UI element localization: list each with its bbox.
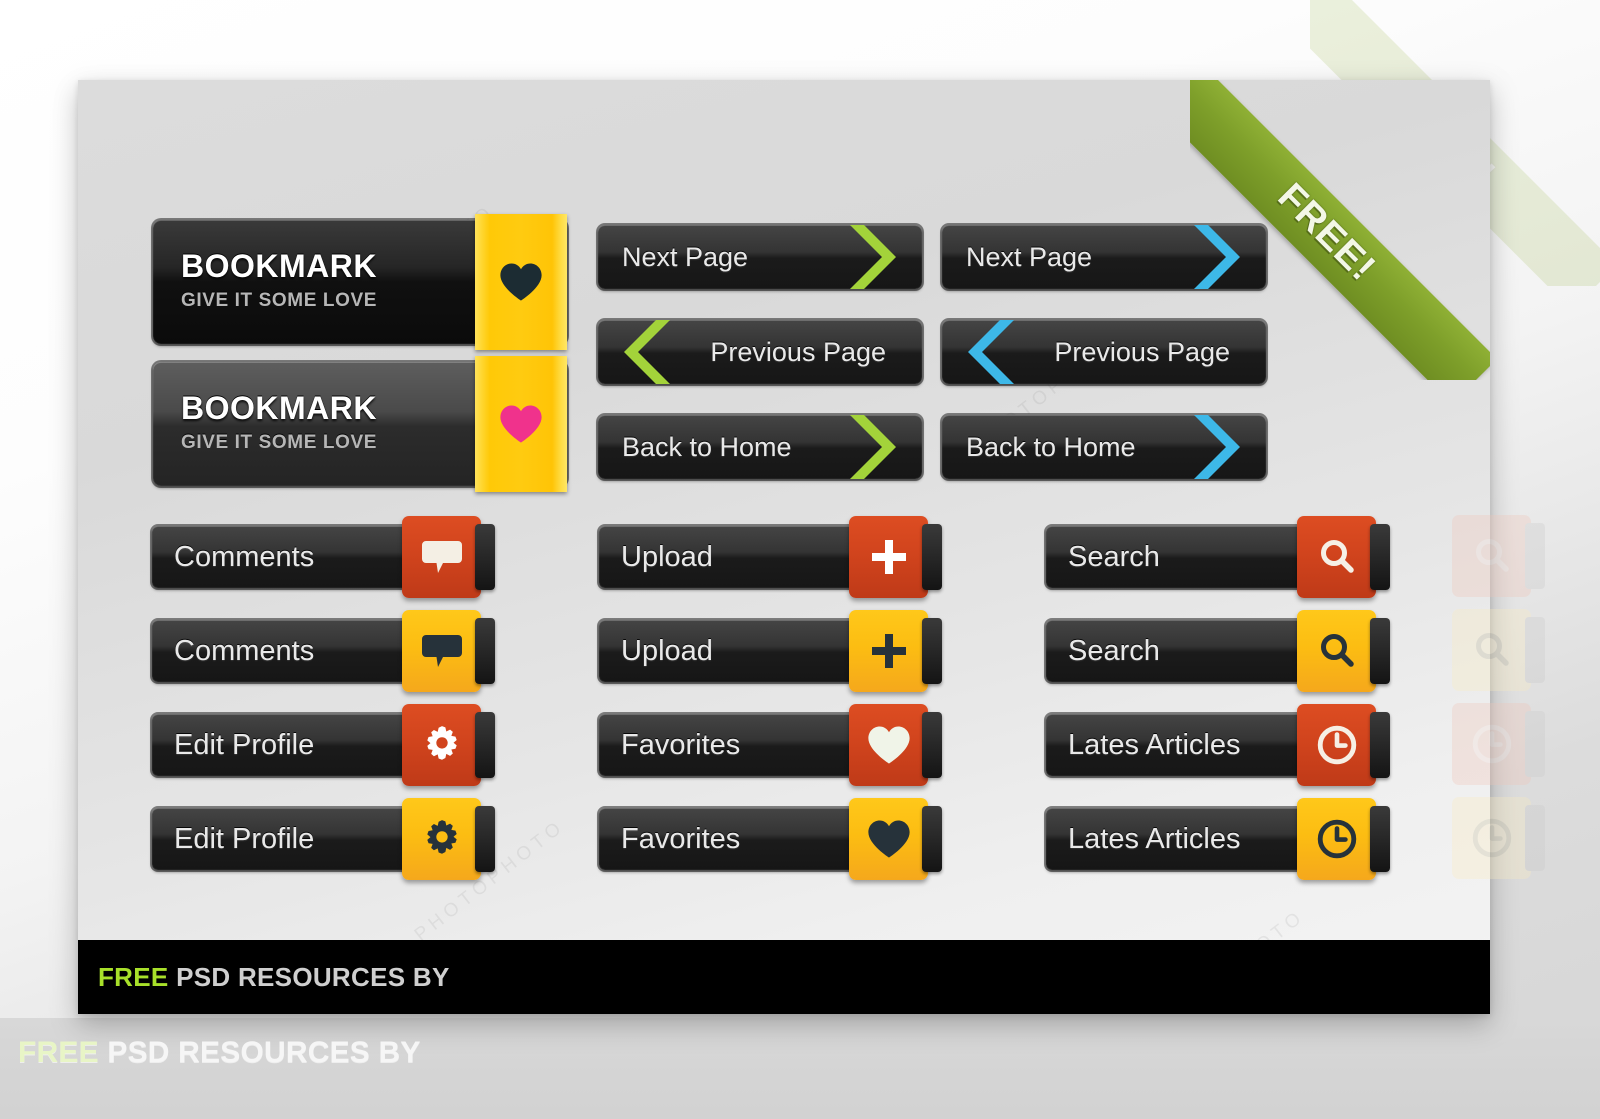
- icon-button-label: Edit Profile: [174, 822, 315, 855]
- ghost-icon-column: [1452, 515, 1600, 915]
- nav-button-label: Next Page: [966, 241, 1093, 272]
- bookmark-ribbon-dark[interactable]: [475, 214, 567, 350]
- gear-icon: [426, 820, 457, 854]
- bookmark-ribbon-light[interactable]: [475, 356, 567, 492]
- plus-icon: [871, 634, 906, 668]
- chevron-right-icon: [838, 225, 898, 289]
- footer-free-label: FREE: [98, 961, 169, 992]
- upload-icon-tab-yellow[interactable]: [849, 610, 942, 692]
- latest-articles-icon-tab-yellow[interactable]: [1297, 798, 1390, 880]
- icon-button-label: Favorites: [621, 728, 741, 761]
- comments-icon-tab-yellow[interactable]: [402, 610, 495, 692]
- heart-icon: [500, 405, 542, 443]
- icon-button-label: Lates Articles: [1068, 822, 1241, 855]
- magnifier-icon: [1475, 633, 1509, 666]
- bookmark-subtitle: GIVE IT SOME LOVE: [181, 431, 378, 453]
- icon-button-label: Comments: [174, 634, 315, 667]
- edit-profile-icon-tab-red[interactable]: [402, 704, 495, 786]
- next-page-button-blue[interactable]: Next Page: [942, 225, 1266, 289]
- heart-icon: [500, 263, 542, 301]
- gear-icon: [426, 726, 457, 760]
- footer-rest-label: PSD RESOURCES BY: [176, 961, 450, 992]
- bookmark-title: BOOKMARK: [181, 390, 377, 426]
- edit-profile-icon-tab-yellow[interactable]: [402, 798, 495, 880]
- icon-button-label: Edit Profile: [174, 728, 315, 761]
- page-caption-free: FREE: [18, 1036, 99, 1069]
- clock-icon: [1317, 819, 1356, 859]
- clock-icon: [1472, 818, 1511, 858]
- magnifier-icon: [1320, 540, 1354, 573]
- ghost-search-icon-tab-yellow: [1452, 609, 1545, 691]
- nav-button-label: Back to Home: [622, 431, 792, 462]
- chevron-left-icon: [622, 320, 682, 384]
- nav-button-label: Back to Home: [966, 431, 1136, 462]
- page-caption: FREE PSD RESOURCES BY: [18, 1036, 421, 1070]
- card-footer: FREE PSD RESOURCES BY: [78, 940, 1490, 1014]
- comments-icon-tab-red[interactable]: [402, 516, 495, 598]
- bookmark-subtitle: GIVE IT SOME LOVE: [181, 289, 378, 311]
- nav-button-label: Previous Page: [710, 336, 886, 367]
- icon-button-label: Search: [1068, 540, 1160, 573]
- icon-button-label: Favorites: [621, 822, 741, 855]
- chevron-right-icon: [1182, 415, 1242, 479]
- heart-icon: [867, 820, 910, 858]
- icon-button-label: Upload: [621, 634, 713, 667]
- back-to-home-button-blue[interactable]: Back to Home: [942, 415, 1266, 479]
- chevron-left-icon: [966, 320, 1026, 384]
- previous-page-button-green[interactable]: Previous Page: [598, 320, 922, 384]
- ghost-search-icon-tab-red: [1452, 515, 1545, 597]
- icon-button-label: Comments: [174, 540, 315, 573]
- nav-button-label: Next Page: [622, 241, 749, 272]
- favorites-icon-tab-yellow[interactable]: [849, 798, 942, 880]
- next-page-button-green[interactable]: Next Page: [598, 225, 922, 289]
- icon-button-label: Lates Articles: [1068, 728, 1241, 761]
- nav-button-label: Previous Page: [1054, 336, 1230, 367]
- plus-icon: [871, 540, 906, 574]
- speech-bubble-icon: [421, 635, 462, 667]
- back-to-home-button-green[interactable]: Back to Home: [598, 415, 922, 479]
- favorites-icon-tab-red[interactable]: [849, 704, 942, 786]
- latest-articles-icon-tab-red[interactable]: [1297, 704, 1390, 786]
- ghost-latest-articles-icon-tab-yellow: [1452, 797, 1545, 879]
- heart-icon: [867, 726, 910, 764]
- previous-page-button-blue[interactable]: Previous Page: [942, 320, 1266, 384]
- clock-icon: [1317, 725, 1356, 765]
- showcase-card: PHOTOPHOTO PHOTOPHOTO PHOTOPHOTO PHOTOPH…: [78, 80, 1490, 1014]
- clock-icon: [1472, 724, 1511, 764]
- bookmark-title: BOOKMARK: [181, 248, 377, 284]
- search-icon-tab-red[interactable]: [1297, 516, 1390, 598]
- magnifier-icon: [1320, 634, 1354, 667]
- icon-button-label: Search: [1068, 634, 1160, 667]
- page-caption-rest: PSD RESOURCES BY: [107, 1036, 421, 1069]
- search-icon-tab-yellow[interactable]: [1297, 610, 1390, 692]
- magnifier-icon: [1475, 539, 1509, 572]
- ghost-latest-articles-icon-tab-red: [1452, 703, 1545, 785]
- icon-button-label: Upload: [621, 540, 713, 573]
- upload-icon-tab-red[interactable]: [849, 516, 942, 598]
- speech-bubble-icon: [421, 541, 462, 573]
- chevron-right-icon: [1182, 225, 1242, 289]
- free-ribbon-label: FREE!: [1270, 175, 1384, 289]
- chevron-right-icon: [838, 415, 898, 479]
